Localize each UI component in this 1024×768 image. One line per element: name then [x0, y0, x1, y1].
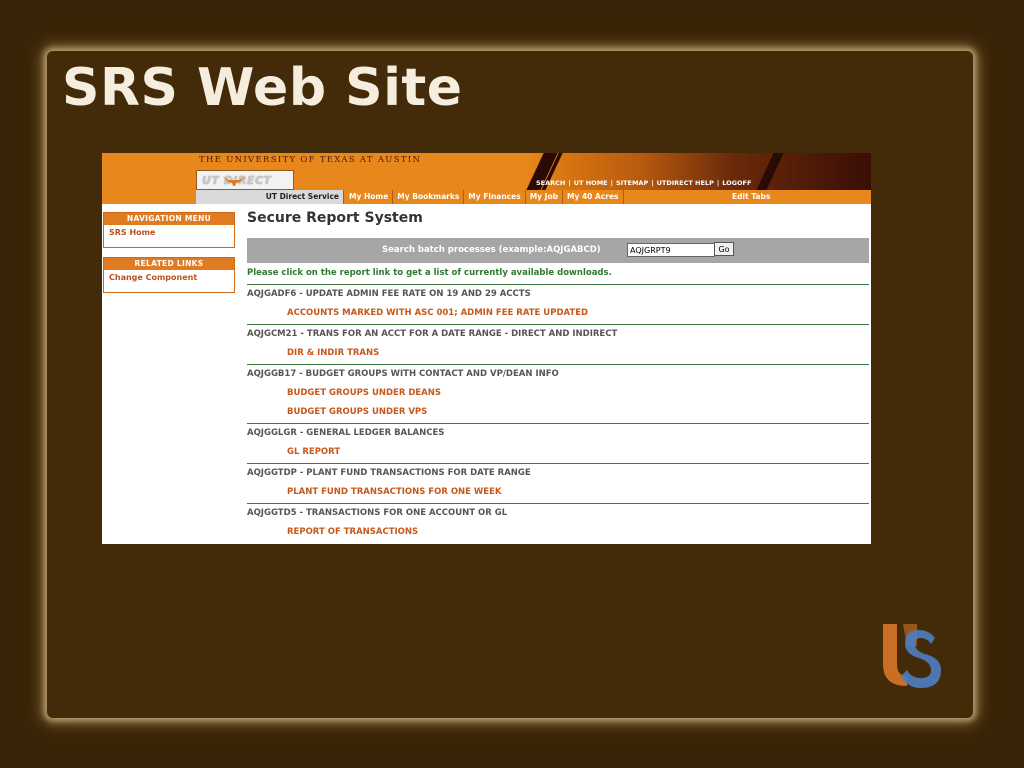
- search-bar: Search batch processes (example:AQJGABCD…: [247, 238, 869, 263]
- report-link[interactable]: BUDGET GROUPS UNDER VPS: [287, 406, 869, 418]
- report-title: AQJGCM21 - TRANS FOR AN ACCT FOR A DATE …: [247, 329, 618, 339]
- report-link[interactable]: DIR & INDIR TRANS: [287, 347, 869, 359]
- browser-screenshot: THE UNIVERSITY OF TEXAS AT AUSTIN UT DIR…: [102, 153, 871, 544]
- report-item: AQJGADF6 - UPDATE ADMIN FEE RATE ON 19 A…: [247, 284, 869, 324]
- tab-list: My Home My Bookmarks My Finances My Job …: [345, 190, 624, 204]
- search-label: Search batch processes (example:AQJGABCD…: [382, 245, 601, 255]
- report-title: AQJGGLGR - GENERAL LEDGER BALANCES: [247, 428, 445, 438]
- tab-my-bookmarks[interactable]: My Bookmarks: [393, 190, 465, 204]
- university-name: THE UNIVERSITY OF TEXAS AT AUSTIN: [199, 155, 422, 165]
- report-list: AQJGADF6 - UPDATE ADMIN FEE RATE ON 19 A…: [247, 284, 869, 543]
- report-link[interactable]: PLANT FUND TRANSACTIONS FOR ONE WEEK: [287, 486, 869, 498]
- header-link-logoff[interactable]: LOGOFF: [722, 179, 751, 187]
- navigation-menu: NAVIGATION MENU SRS Home: [103, 212, 235, 248]
- navigation-menu-title: NAVIGATION MENU: [104, 213, 234, 225]
- report-link[interactable]: GL REPORT: [287, 446, 869, 458]
- go-button[interactable]: Go: [714, 242, 734, 256]
- nav-item-srs-home[interactable]: SRS Home: [104, 225, 234, 247]
- header-link-help[interactable]: UTDIRECT HELP: [657, 179, 714, 187]
- us-monogram-icon: [883, 624, 941, 688]
- report-item: AQJGGB17 - BUDGET GROUPS WITH CONTACT AN…: [247, 364, 869, 423]
- report-item: AQJGCM21 - TRANS FOR AN ACCT FOR A DATE …: [247, 324, 869, 364]
- report-link[interactable]: ACCOUNTS MARKED WITH ASC 001; ADMIN FEE …: [287, 307, 869, 319]
- slide-title: SRS Web Site: [62, 58, 463, 118]
- report-item: AQJGGLGR - GENERAL LEDGER BALANCES GL RE…: [247, 423, 869, 463]
- report-title: AQJGGB17 - BUDGET GROUPS WITH CONTACT AN…: [247, 369, 559, 379]
- related-links-title: RELATED LINKS: [104, 258, 234, 270]
- header-link-search[interactable]: SEARCH: [536, 179, 565, 187]
- tab-bar: UT Direct Service My Home My Bookmarks M…: [102, 190, 871, 204]
- utdirect-logo[interactable]: UT DIRECT: [196, 170, 294, 190]
- tab-my-home[interactable]: My Home: [345, 190, 394, 204]
- page-title: Secure Report System: [247, 210, 423, 226]
- report-title: AQJGADF6 - UPDATE ADMIN FEE RATE ON 19 A…: [247, 289, 531, 299]
- related-item-change-component[interactable]: Change Component: [104, 270, 234, 292]
- header-links: SEARCH | UT HOME | SITEMAP | UTDIRECT HE…: [536, 179, 751, 187]
- link-separator: |: [610, 179, 613, 187]
- instructions: Please click on the report link to get a…: [247, 268, 612, 278]
- tab-my-job[interactable]: My Job: [526, 190, 563, 204]
- search-input[interactable]: [627, 243, 715, 257]
- link-separator: |: [651, 179, 654, 187]
- report-title: AQJGGTD5 - TRANSACTIONS FOR ONE ACCOUNT …: [247, 508, 508, 518]
- link-separator: |: [716, 179, 720, 187]
- edit-tabs-link[interactable]: Edit Tabs: [732, 190, 770, 204]
- related-links: RELATED LINKS Change Component: [103, 257, 235, 293]
- report-item: AQJGGTD5 - TRANSACTIONS FOR ONE ACCOUNT …: [247, 503, 869, 543]
- report-link[interactable]: BUDGET GROUPS UNDER DEANS: [287, 387, 869, 399]
- ut-header-banner: THE UNIVERSITY OF TEXAS AT AUSTIN UT DIR…: [102, 153, 871, 190]
- tab-my-40-acres[interactable]: My 40 Acres: [563, 190, 624, 204]
- report-link[interactable]: REPORT OF TRANSACTIONS: [287, 526, 869, 538]
- longhorn-icon: [223, 176, 245, 186]
- report-item: AQJGGTDP - PLANT FUND TRANSACTIONS FOR D…: [247, 463, 869, 503]
- tab-ut-direct-service[interactable]: UT Direct Service: [196, 190, 344, 204]
- report-title: AQJGGTDP - PLANT FUND TRANSACTIONS FOR D…: [247, 468, 531, 478]
- banner-stripe: [748, 153, 786, 190]
- header-link-ut-home[interactable]: UT HOME: [574, 179, 608, 187]
- link-separator: |: [568, 179, 571, 187]
- header-link-sitemap[interactable]: SITEMAP: [616, 179, 648, 187]
- tab-my-finances[interactable]: My Finances: [464, 190, 526, 204]
